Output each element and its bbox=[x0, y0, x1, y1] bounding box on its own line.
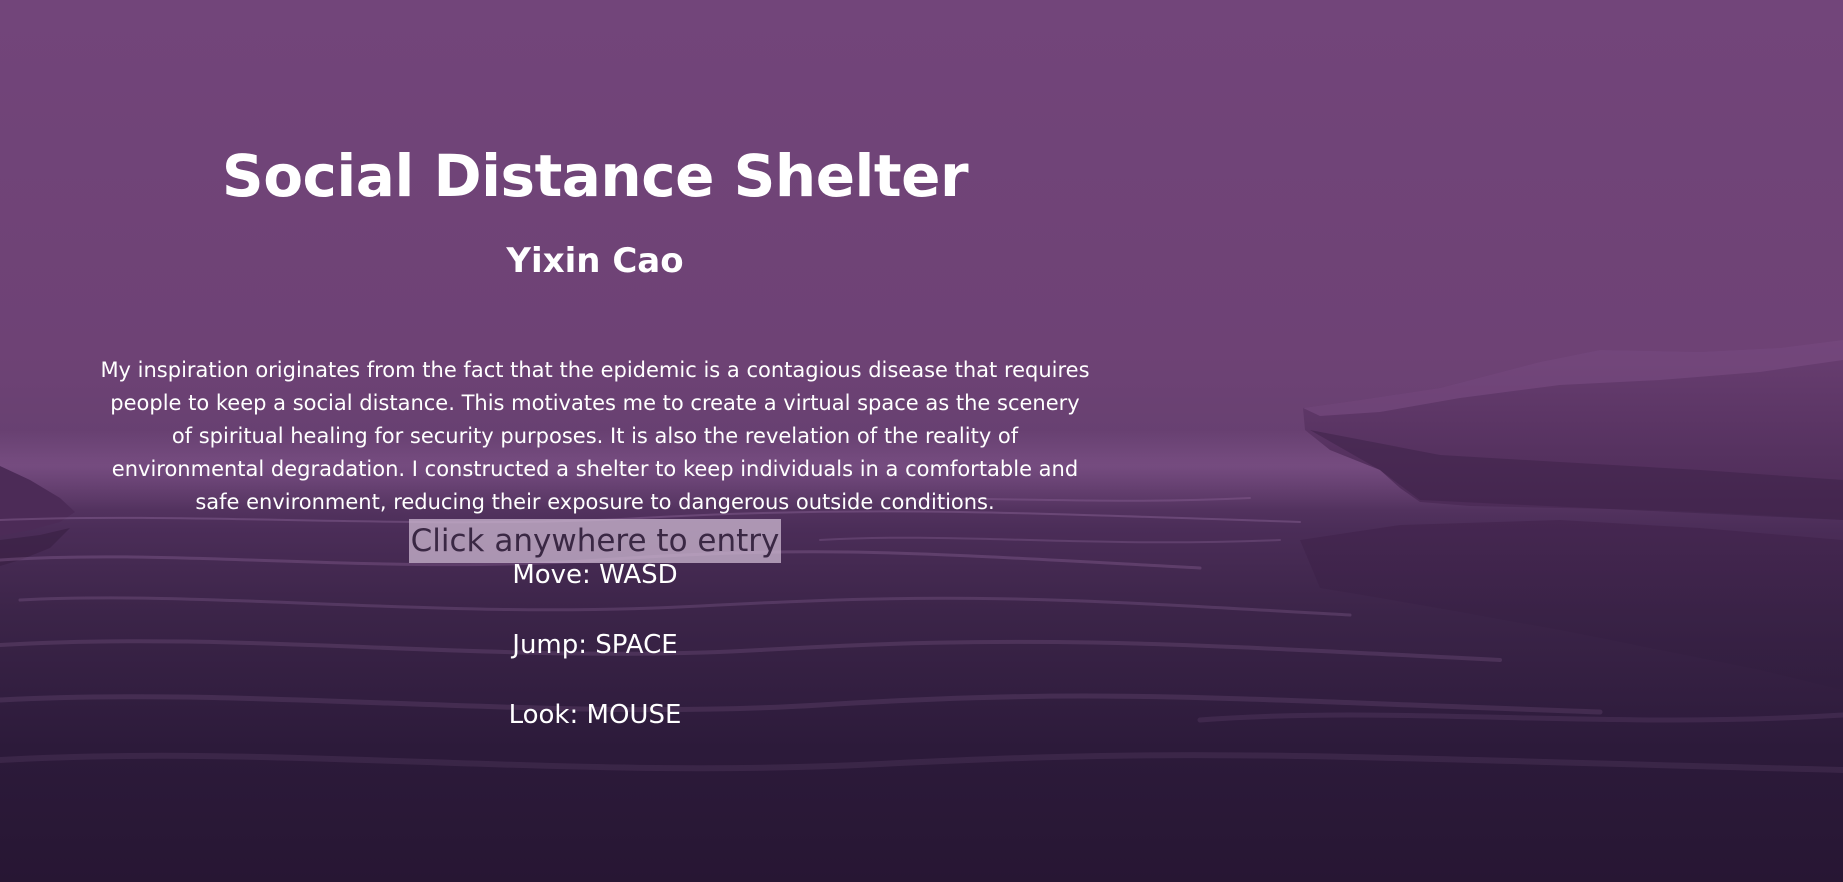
control-move: Move: WASD bbox=[512, 560, 678, 590]
start-overlay[interactable]: Social Distance Shelter Yixin Cao My ins… bbox=[0, 0, 1190, 882]
description-text: My inspiration originates from the fact … bbox=[100, 358, 1090, 514]
game-description: My inspiration originates from the fact … bbox=[100, 354, 1090, 563]
game-title: Social Distance Shelter bbox=[221, 142, 969, 210]
control-jump: Jump: SPACE bbox=[512, 630, 678, 660]
control-look: Look: MOUSE bbox=[508, 700, 682, 730]
right-rock-island bbox=[1300, 340, 1843, 690]
game-viewport[interactable]: Social Distance Shelter Yixin Cao My ins… bbox=[0, 0, 1843, 882]
enter-prompt-button[interactable]: Click anywhere to entry bbox=[408, 519, 782, 563]
author-name: Yixin Cao bbox=[506, 241, 684, 281]
